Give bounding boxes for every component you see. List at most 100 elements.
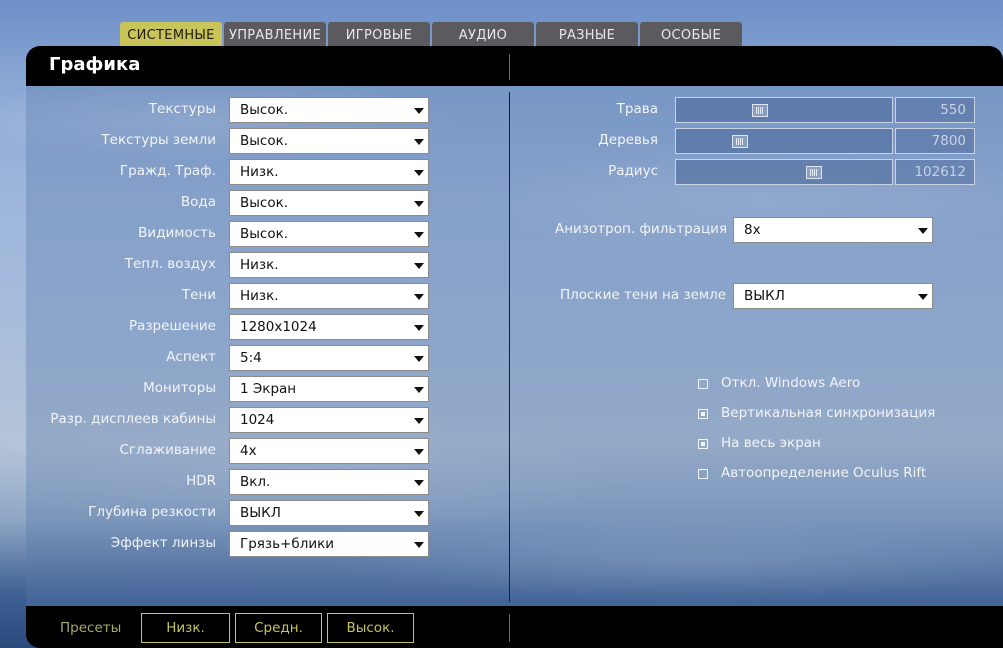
aniso-label: Анизотроп. фильтрация — [555, 221, 728, 237]
dropdown-arrow-icon — [414, 449, 424, 455]
checkbox-label: Автоопределение Oculus Rift — [721, 465, 927, 481]
presets-label: Пресеты — [60, 620, 122, 636]
heat-haze-select[interactable]: Низк. — [229, 252, 429, 278]
cockpit-display-select[interactable]: 1024 — [229, 407, 429, 433]
water-select[interactable]: Высок. — [229, 190, 429, 216]
aniso-row: Анизотроп. фильтрация 8x — [526, 217, 936, 243]
setting-row: Тепл. воздух Низк. — [26, 252, 486, 278]
select-value: Высок. — [240, 133, 289, 149]
tab-audio[interactable]: АУДИО — [432, 22, 534, 48]
setting-row: Вода Высок. — [26, 190, 486, 216]
checkbox-row[interactable]: На весь экран — [698, 435, 998, 455]
preset-medium-button[interactable]: Средн. — [235, 613, 322, 643]
panel-title: Графика — [49, 54, 141, 75]
setting-row: Разр. дисплеев кабины 1024 — [26, 407, 486, 433]
textures-select[interactable]: Высок. — [229, 97, 429, 123]
dropdown-arrow-icon — [414, 511, 424, 517]
checkbox-row[interactable]: Автоопределение Oculus Rift — [698, 465, 998, 485]
dropdown-arrow-icon — [414, 232, 424, 238]
slider-thumb[interactable] — [752, 104, 768, 117]
grip-icon — [756, 107, 764, 114]
tab-controls[interactable]: УПРАВЛЕНИЕ — [224, 22, 326, 48]
slider-thumb[interactable] — [806, 166, 822, 179]
setting-label: Тепл. воздух — [124, 256, 216, 272]
column-divider — [509, 92, 510, 602]
footer-divider — [509, 614, 510, 642]
civil-traffic-select[interactable]: Низк. — [229, 159, 429, 185]
setting-label: Эффект линзы — [110, 535, 216, 551]
checkbox-label: Вертикальная синхронизация — [721, 405, 936, 421]
shadows-select[interactable]: Низк. — [229, 283, 429, 309]
setting-row: Эффект линзы Грязь+блики — [26, 531, 486, 557]
setting-label: Аспект — [166, 349, 216, 365]
tab-system[interactable]: СИСТЕМНЫЕ — [120, 22, 222, 48]
slider-value-field[interactable]: 7800 — [895, 128, 975, 154]
checkbox-disable-aero[interactable] — [698, 379, 708, 389]
tab-misc[interactable]: РАЗНЫЕ — [536, 22, 638, 48]
setting-row: Глубина резкости ВЫКЛ — [26, 500, 486, 526]
dropdown-arrow-icon — [414, 263, 424, 269]
dropdown-arrow-icon — [414, 108, 424, 114]
checkbox-label: Откл. Windows Aero — [721, 375, 861, 391]
select-value: 5:4 — [240, 350, 262, 366]
dropdown-arrow-icon — [414, 480, 424, 486]
slider-thumb[interactable] — [732, 135, 748, 148]
slider-value-field[interactable]: 102612 — [895, 159, 975, 185]
setting-label: Видимость — [138, 225, 216, 241]
antialiasing-select[interactable]: 4x — [229, 438, 429, 464]
flat-shadows-label: Плоские тени на земле — [560, 287, 727, 303]
tab-game[interactable]: ИГРОВЫЕ — [328, 22, 430, 48]
checkbox-oculus-autodetect[interactable] — [698, 469, 708, 479]
dropdown-arrow-icon — [414, 139, 424, 145]
setting-row: Текстуры земли Высок. — [26, 128, 486, 154]
panel-body: Текстуры Высок. Текстуры земли Высок. Гр… — [26, 86, 1003, 606]
dropdown-arrow-icon — [414, 170, 424, 176]
slider-value-field[interactable]: 550 — [895, 97, 975, 123]
radius-slider[interactable] — [675, 159, 893, 185]
setting-row: Разрешение 1280x1024 — [26, 314, 486, 340]
settings-panel: Графика Текстуры Высок. Текстуры земли В… — [26, 46, 1003, 648]
dropdown-arrow-icon — [414, 387, 424, 393]
flat-shadows-select[interactable]: ВЫКЛ — [733, 283, 933, 309]
preset-low-button[interactable]: Низк. — [141, 613, 230, 643]
slider-row-grass: Трава 550 — [516, 97, 996, 123]
setting-row: Мониторы 1 Экран — [26, 376, 486, 402]
select-value: ВЫКЛ — [240, 505, 281, 521]
checkbox-vsync[interactable] — [698, 409, 708, 419]
select-value: Высок. — [240, 102, 289, 118]
tab-special[interactable]: ОСОБЫЕ — [640, 22, 742, 48]
setting-row: Сглаживание 4x — [26, 438, 486, 464]
setting-label: Разрешение — [128, 318, 216, 334]
depth-of-field-select[interactable]: ВЫКЛ — [229, 500, 429, 526]
monitors-select[interactable]: 1 Экран — [229, 376, 429, 402]
grip-icon — [736, 138, 744, 145]
setting-row: Аспект 5:4 — [26, 345, 486, 371]
anisotropic-filter-select[interactable]: 8x — [733, 217, 933, 243]
flat-shadows-row: Плоские тени на земле ВЫКЛ — [526, 283, 936, 309]
checkbox-fullscreen[interactable] — [698, 439, 708, 449]
resolution-select[interactable]: 1280x1024 — [229, 314, 429, 340]
checkbox-row[interactable]: Вертикальная синхронизация — [698, 405, 998, 425]
dropdown-arrow-icon — [414, 294, 424, 300]
tab-bar: СИСТЕМНЫЕ УПРАВЛЕНИЕ ИГРОВЫЕ АУДИО РАЗНЫ… — [120, 22, 744, 48]
checkbox-row[interactable]: Откл. Windows Aero — [698, 375, 998, 395]
preset-high-button[interactable]: Высок. — [327, 613, 414, 643]
trees-slider[interactable] — [675, 128, 893, 154]
visibility-select[interactable]: Высок. — [229, 221, 429, 247]
grass-slider[interactable] — [675, 97, 893, 123]
lens-effect-select[interactable]: Грязь+блики — [229, 531, 429, 557]
setting-row: Текстуры Высок. — [26, 97, 486, 123]
select-value: Грязь+блики — [240, 536, 335, 552]
hdr-select[interactable]: Вкл. — [229, 469, 429, 495]
aspect-select[interactable]: 5:4 — [229, 345, 429, 371]
slider-row-radius: Радиус 102612 — [516, 159, 996, 185]
setting-row: HDR Вкл. — [26, 469, 486, 495]
ground-textures-select[interactable]: Высок. — [229, 128, 429, 154]
dropdown-arrow-icon — [414, 356, 424, 362]
setting-label: Тени — [181, 287, 216, 303]
setting-label: HDR — [186, 473, 216, 489]
select-value: Низк. — [240, 288, 279, 304]
select-value: 1024 — [240, 412, 275, 428]
slider-label: Трава — [616, 101, 658, 117]
setting-label: Глубина резкости — [88, 504, 216, 520]
